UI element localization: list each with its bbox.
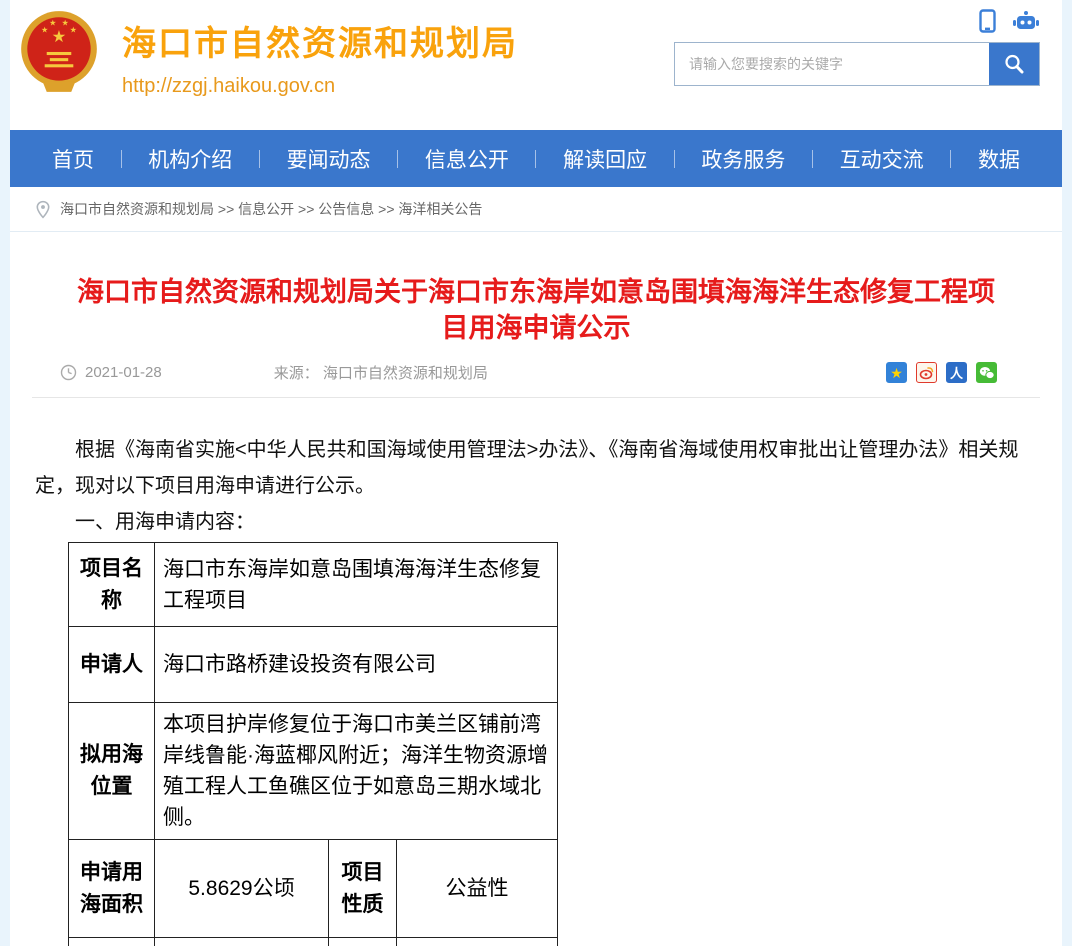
- site-header: ★ ★ ★ ★ ★ 海口市自然资源和规划局 http://zzgj.haikou…: [10, 0, 1062, 130]
- section-heading: 一、用海申请内容：: [75, 511, 255, 533]
- row-value: 透水构筑物: [396, 937, 558, 946]
- search-input[interactable]: [675, 43, 989, 85]
- table-row: 项目名称 海口市东海岸如意岛围填海海洋生态修复工程项目: [68, 542, 558, 627]
- svg-text:★: ★: [49, 18, 56, 27]
- page-container: ★ ★ ★ ★ ★ 海口市自然资源和规划局 http://zzgj.haikou…: [10, 0, 1062, 946]
- row-label: 用海方式: [328, 937, 397, 946]
- main-nav: 首页 机构介绍 要闻动态 信息公开 解读回应 政务服务 互动交流 数据: [10, 130, 1062, 187]
- clock-icon: [60, 364, 77, 381]
- search-icon: [1005, 54, 1024, 74]
- sea-use-application-table: 项目名称 海口市东海岸如意岛围填海海洋生态修复工程项目 申请人 海口市路桥建设投…: [68, 542, 558, 946]
- nav-item-info-disclosure[interactable]: 信息公开: [425, 144, 509, 174]
- nav-item-home[interactable]: 首页: [52, 144, 94, 174]
- site-identity: 海口市自然资源和规划局 http://zzgj.haikou.gov.cn: [122, 8, 518, 98]
- nav-separator: [950, 149, 952, 168]
- robot-assistant-icon[interactable]: [1012, 10, 1040, 32]
- article-meta: 2021-01-28 来源： 海口市自然资源和规划局 ★ 人: [10, 362, 1062, 397]
- table-row: 申请用海面积 5.8629公顷 项目性质 公益性: [68, 839, 558, 938]
- svg-text:★: ★: [61, 18, 68, 27]
- nav-item-interpretation[interactable]: 解读回应: [563, 144, 647, 174]
- row-label: 用海类型: [68, 937, 155, 946]
- breadcrumb: 海口市自然资源和规划局 >> 信息公开 >> 公告信息 >> 海洋相关公告: [10, 187, 1062, 231]
- publish-date: 2021-01-28: [85, 364, 162, 381]
- row-value: 本项目护岸修复位于海口市美兰区铺前湾岸线鲁能·海蓝椰风附近；海洋生物资源增殖工程…: [154, 702, 558, 840]
- location-pin-icon: [36, 200, 50, 219]
- nav-item-interaction[interactable]: 互动交流: [840, 144, 924, 174]
- breadcrumb-path[interactable]: 海口市自然资源和规划局 >> 信息公开 >> 公告信息 >> 海洋相关公告: [60, 199, 482, 219]
- source-label: 来源：: [273, 365, 319, 382]
- table-row: 用海类型 特殊用海 用海方式 透水构筑物: [68, 937, 558, 946]
- search-button[interactable]: [989, 43, 1039, 85]
- row-label: 申请用海面积: [68, 839, 155, 938]
- share-renren-icon[interactable]: 人: [946, 362, 967, 383]
- nav-separator: [258, 149, 260, 168]
- national-emblem-logo[interactable]: ★ ★ ★ ★ ★: [18, 8, 100, 98]
- source-name: 海口市自然资源和规划局: [322, 365, 488, 382]
- share-weibo-icon[interactable]: [916, 362, 937, 383]
- nav-item-about[interactable]: 机构介绍: [148, 144, 232, 174]
- site-title: 海口市自然资源和规划局: [122, 25, 518, 63]
- table-row: 拟用海位置 本项目护岸修复位于海口市美兰区铺前湾岸线鲁能·海蓝椰风附近；海洋生物…: [68, 702, 558, 840]
- site-url: http://zzgj.haikou.gov.cn: [122, 75, 336, 97]
- body-paragraph: 根据《海南省实施<中华人民共和国海域使用管理法>办法》、《海南省海域使用权审批出…: [35, 439, 1019, 497]
- svg-text:★: ★: [52, 28, 67, 46]
- row-value: 公益性: [396, 839, 558, 938]
- nav-separator: [673, 149, 675, 168]
- table-row: 申请人 海口市路桥建设投资有限公司: [68, 626, 558, 703]
- svg-text:★: ★: [41, 26, 48, 35]
- header-right: [674, 8, 1040, 86]
- article-source: 来源： 海口市自然资源和规划局: [274, 362, 488, 383]
- row-label: 项目名称: [68, 542, 155, 627]
- row-value: 海口市路桥建设投资有限公司: [154, 626, 558, 703]
- share-buttons: ★ 人: [886, 362, 997, 383]
- publish-date-wrap: 2021-01-28: [60, 364, 162, 381]
- row-label: 申请人: [68, 626, 155, 703]
- share-wechat-icon[interactable]: [976, 362, 997, 383]
- nav-separator: [535, 149, 537, 168]
- nav-separator: [120, 149, 122, 168]
- nav-separator: [812, 149, 814, 168]
- row-value: 特殊用海: [154, 937, 329, 946]
- article-title: 海口市自然资源和规划局关于海口市东海岸如意岛围填海海洋生态修复工程项目用海申请公…: [77, 277, 995, 343]
- quick-icons: [674, 8, 1040, 34]
- search-bar: [674, 42, 1040, 86]
- mobile-version-icon[interactable]: [979, 9, 996, 33]
- row-value: 5.8629公顷: [154, 839, 329, 938]
- row-label: 项目性质: [328, 839, 397, 938]
- svg-text:★: ★: [70, 26, 77, 35]
- nav-separator: [397, 149, 399, 168]
- article-body: 根据《海南省实施<中华人民共和国海域使用管理法>办法》、《海南省海域使用权审批出…: [10, 398, 1062, 946]
- article: 海口市自然资源和规划局关于海口市东海岸如意岛围填海海洋生态修复工程项目用海申请公…: [10, 231, 1062, 946]
- row-label: 拟用海位置: [68, 702, 155, 840]
- nav-item-services[interactable]: 政务服务: [701, 144, 785, 174]
- nav-item-data[interactable]: 数据: [978, 144, 1020, 174]
- share-qzone-icon[interactable]: ★: [886, 362, 907, 383]
- row-value: 海口市东海岸如意岛围填海海洋生态修复工程项目: [154, 542, 558, 627]
- nav-item-news[interactable]: 要闻动态: [287, 144, 371, 174]
